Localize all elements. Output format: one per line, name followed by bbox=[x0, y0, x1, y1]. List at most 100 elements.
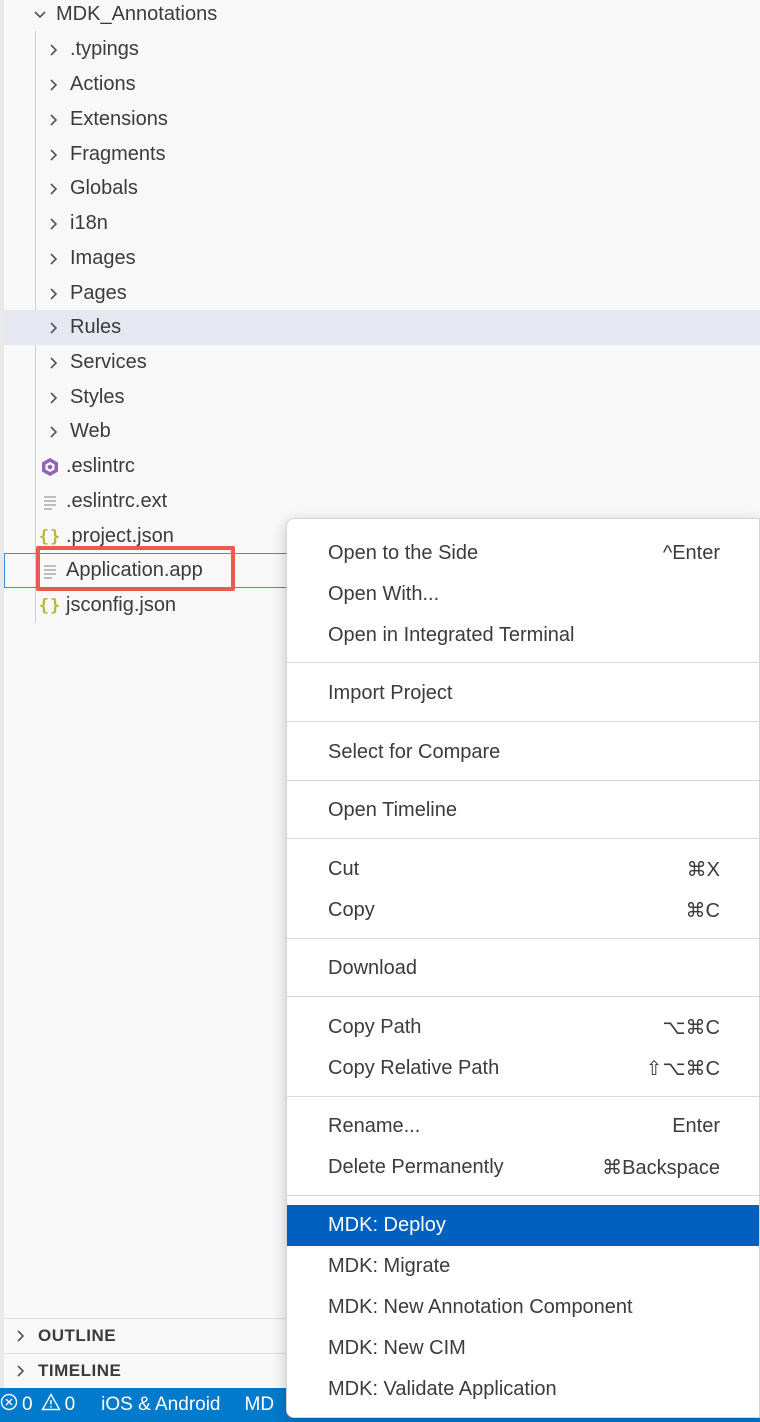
menu-item-label: Download bbox=[328, 957, 417, 979]
chevron-right-icon bbox=[44, 40, 64, 60]
menu-item-label: Open to the Side bbox=[328, 542, 479, 564]
tree-file[interactable]: .eslintrc bbox=[4, 449, 760, 484]
tree-folder-label: Web bbox=[70, 420, 111, 442]
menu-separator bbox=[287, 938, 759, 939]
menu-separator bbox=[287, 1195, 759, 1196]
menu-separator bbox=[287, 838, 759, 839]
json-braces-icon: {} bbox=[38, 595, 62, 616]
chevron-right-icon bbox=[44, 214, 64, 234]
menu-separator bbox=[287, 996, 759, 997]
eslint-icon bbox=[40, 457, 60, 477]
menu-item-label: Copy Path bbox=[328, 1016, 422, 1038]
chevron-right-icon bbox=[44, 145, 64, 165]
menu-item-mdk-new-cim[interactable]: MDK: New CIM bbox=[287, 1328, 759, 1369]
menu-item-copy-path[interactable]: Copy Path ⌥⌘C bbox=[287, 1007, 759, 1048]
tree-file[interactable]: .eslintrc.ext bbox=[4, 484, 760, 519]
menu-item-label: MDK: Validate Application bbox=[328, 1378, 557, 1400]
menu-item-select-for-compare[interactable]: Select for Compare bbox=[287, 732, 759, 773]
menu-item-mdk-new-annotation-component[interactable]: MDK: New Annotation Component bbox=[287, 1287, 759, 1328]
menu-item-label: Copy Relative Path bbox=[328, 1057, 500, 1079]
mdk-label: MD bbox=[244, 1394, 275, 1415]
menu-item-open-in-terminal[interactable]: Open in Integrated Terminal bbox=[287, 615, 759, 656]
tree-folder-label: Pages bbox=[70, 282, 127, 304]
tree-folder[interactable]: Rules bbox=[4, 310, 760, 345]
platform-status[interactable]: iOS & Android bbox=[101, 1394, 220, 1416]
tree-folder-label: .typings bbox=[70, 38, 139, 60]
chevron-right-icon bbox=[44, 110, 64, 130]
menu-item-shortcut: Enter bbox=[672, 1115, 720, 1137]
menu-item-shortcut: ⌥⌘C bbox=[662, 1017, 721, 1039]
menu-item-label: MDK: New Annotation Component bbox=[328, 1296, 633, 1318]
tree-file-label: .eslintrc bbox=[66, 455, 135, 477]
tree-folder[interactable]: Images bbox=[4, 241, 760, 276]
warning-count: 0 bbox=[64, 1394, 76, 1415]
tree-folder[interactable]: i18n bbox=[4, 206, 760, 241]
menu-item-cut[interactable]: Cut ⌘X bbox=[287, 849, 759, 890]
mdk-status[interactable]: MD bbox=[245, 1394, 275, 1416]
menu-item-label: Open With... bbox=[328, 583, 440, 605]
menu-item-open-with[interactable]: Open With... bbox=[287, 574, 759, 615]
context-menu: Open to the Side ^Enter Open With... Open… bbox=[286, 518, 760, 1418]
menu-item-label: Delete Permanently bbox=[328, 1156, 504, 1178]
timeline-panel-header[interactable]: TIMELINE bbox=[4, 1353, 304, 1388]
highlight-annotation-box bbox=[36, 546, 235, 591]
menu-item-rename[interactable]: Rename... Enter bbox=[287, 1106, 759, 1147]
menu-item-open-timeline[interactable]: Open Timeline bbox=[287, 790, 759, 831]
tree-file-label: .eslintrc.ext bbox=[66, 490, 168, 512]
menu-item-shortcut: ^Enter bbox=[662, 542, 720, 564]
tree-folder-label: i18n bbox=[70, 212, 108, 234]
menu-item-mdk-migrate[interactable]: MDK: Migrate bbox=[287, 1246, 759, 1287]
tree-folder[interactable]: Styles bbox=[4, 380, 760, 415]
tree-folder[interactable]: Extensions bbox=[4, 102, 760, 137]
tree-folder[interactable]: .typings bbox=[4, 32, 760, 67]
tree-folder-label: Images bbox=[70, 247, 136, 269]
problems-status[interactable]: 0 0 bbox=[0, 1393, 75, 1417]
menu-separator bbox=[287, 662, 759, 663]
error-count: 0 bbox=[22, 1394, 33, 1415]
menu-item-copy-relative-path[interactable]: Copy Relative Path ⇧⌥⌘C bbox=[287, 1048, 759, 1089]
tree-folder[interactable]: Fragments bbox=[4, 137, 760, 172]
chevron-right-icon bbox=[14, 1363, 30, 1379]
outline-panel-header[interactable]: OUTLINE bbox=[4, 1318, 304, 1353]
menu-item-label: Open in Integrated Terminal bbox=[328, 624, 575, 646]
menu-item-shortcut: ⌘X bbox=[686, 859, 720, 881]
tree-folder-label: Extensions bbox=[70, 108, 168, 130]
tree-folder[interactable]: Services bbox=[4, 345, 760, 380]
chevron-right-icon bbox=[44, 249, 64, 269]
menu-item-shortcut: ⌘C bbox=[685, 900, 720, 922]
menu-item-open-to-side[interactable]: Open to the Side ^Enter bbox=[287, 533, 759, 574]
chevron-right-icon bbox=[44, 388, 64, 408]
menu-item-label: Open Timeline bbox=[328, 799, 457, 821]
chevron-right-icon bbox=[44, 179, 64, 199]
tree-folder-label: Services bbox=[70, 351, 147, 373]
tree-folder-label: Rules bbox=[70, 316, 122, 338]
chevron-right-icon bbox=[14, 1328, 30, 1344]
menu-item-label: Select for Compare bbox=[328, 741, 501, 763]
tree-root-mdk-annotations[interactable]: MDK_Annotations bbox=[4, 0, 760, 32]
tree-folder[interactable]: Pages bbox=[4, 276, 760, 311]
menu-separator bbox=[287, 721, 759, 722]
menu-item-delete-permanently[interactable]: Delete Permanently ⌘Backspace bbox=[287, 1147, 759, 1188]
menu-item-label: Copy bbox=[328, 899, 375, 921]
menu-item-label: MDK: New CIM bbox=[328, 1337, 466, 1359]
menu-item-import-project[interactable]: Import Project bbox=[287, 673, 759, 714]
menu-item-label: Rename... bbox=[328, 1115, 421, 1137]
tree-folder[interactable]: Actions bbox=[4, 67, 760, 102]
tree-file-label: .project.json bbox=[66, 525, 174, 547]
menu-item-label: MDK: Deploy bbox=[328, 1214, 446, 1236]
menu-item-shortcut: ⇧⌥⌘C bbox=[645, 1058, 720, 1080]
menu-item-mdk-deploy[interactable]: MDK: Deploy bbox=[287, 1205, 759, 1246]
json-braces-icon: {} bbox=[38, 526, 62, 547]
menu-item-download[interactable]: Download bbox=[287, 948, 759, 989]
file-lines-icon bbox=[40, 492, 60, 512]
menu-item-mdk-validate-application[interactable]: MDK: Validate Application bbox=[287, 1369, 759, 1410]
tree-folder-label: Fragments bbox=[70, 143, 166, 165]
chevron-down-icon bbox=[30, 5, 50, 25]
tree-folder[interactable]: Web bbox=[4, 414, 760, 449]
tree-folder[interactable]: Globals bbox=[4, 171, 760, 206]
menu-item-copy[interactable]: Copy ⌘C bbox=[287, 890, 759, 931]
error-icon bbox=[0, 1393, 18, 1417]
menu-item-label: Import Project bbox=[328, 682, 453, 704]
tree-root-label: MDK_Annotations bbox=[56, 3, 218, 25]
tree-folder-label: Actions bbox=[70, 73, 136, 95]
